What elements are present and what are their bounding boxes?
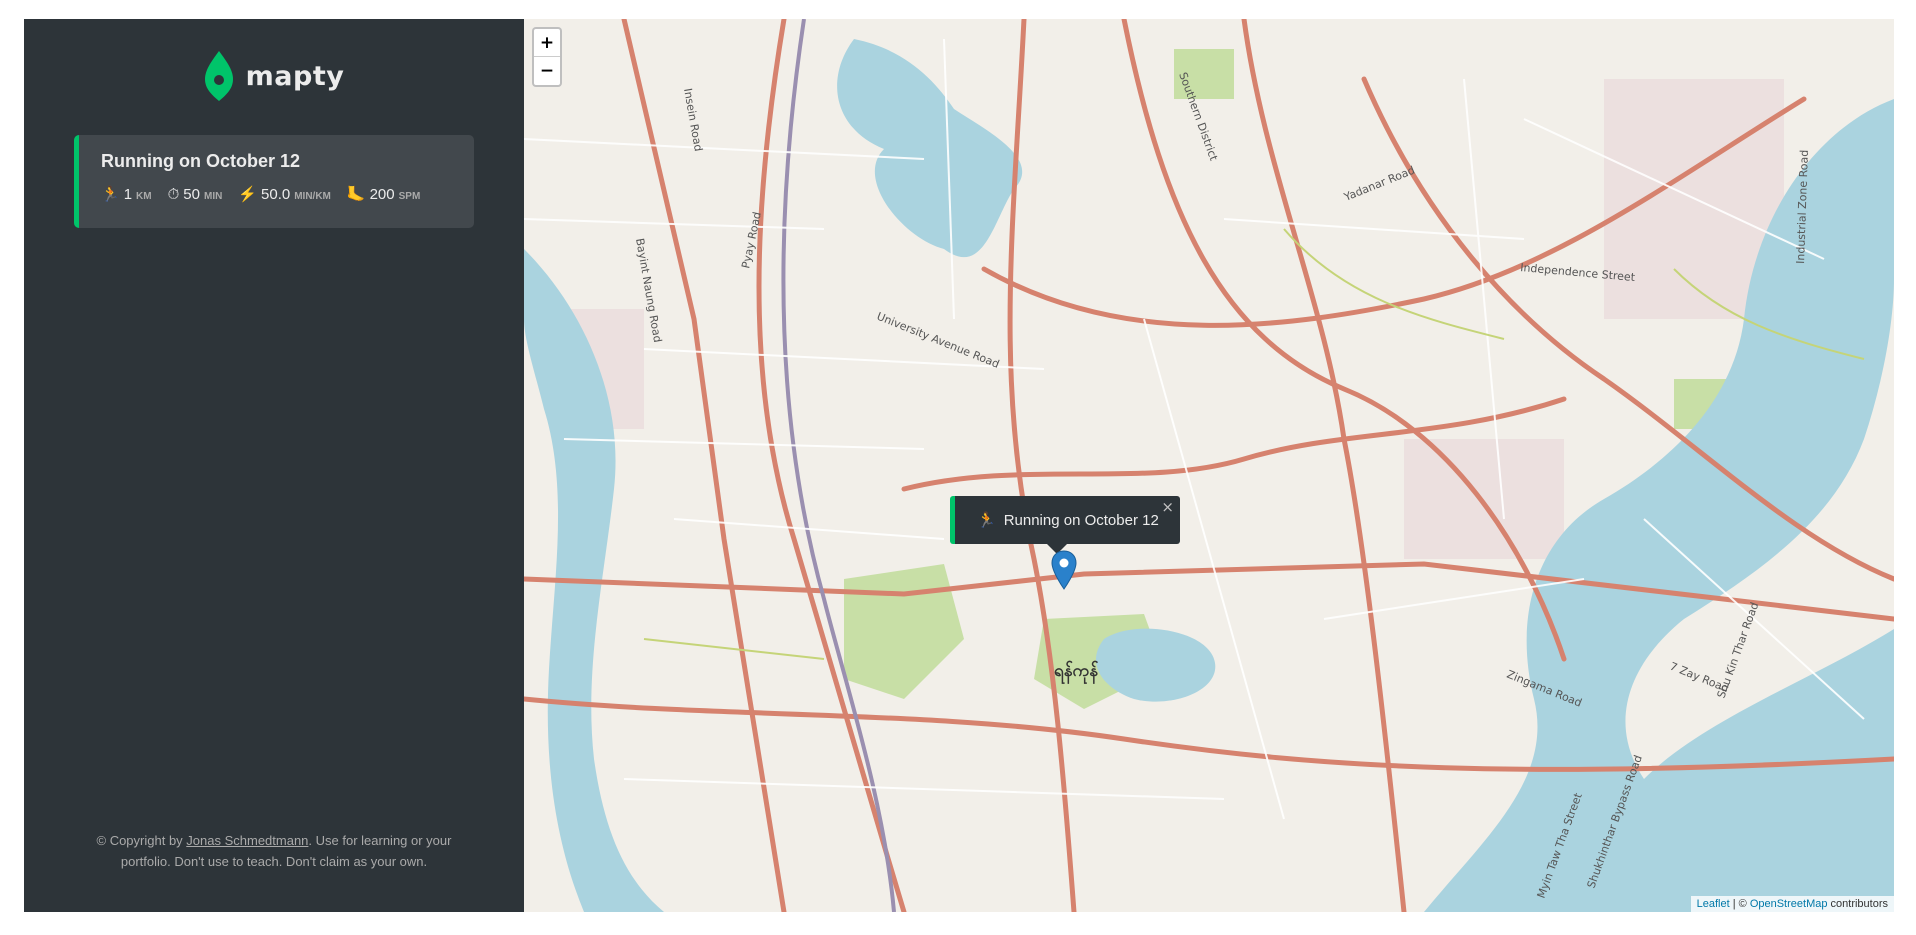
workout-details: 🏃 1 km ⏱ 50 min ⚡ 50.0 min/km [101,185,452,203]
workout-duration: ⏱ 50 min [168,186,223,203]
workout-cadence: 🦶 200 spm [347,185,420,203]
close-icon[interactable]: × [1161,498,1174,516]
copyright-prefix: © Copyright by [96,833,187,848]
map-tiles[interactable]: ရန်ကုန် University Avenue Road Independe… [524,19,1894,912]
zoom-control: + − [532,27,562,87]
copyright-notice: © Copyright by Jonas Schmedtmann. Use fo… [84,830,464,872]
pace-value: 50.0 [261,186,291,203]
stopwatch-icon: ⏱ [167,186,180,203]
map-marker-icon[interactable] [1051,550,1077,590]
distance-value: 1 [123,186,133,203]
duration-value: 50 [183,186,200,203]
footprint-icon: 🦶 [346,186,366,203]
map[interactable]: ရန်ကုန် University Avenue Road Independe… [524,19,1894,912]
brand-name: mapty [245,60,345,92]
attribution-separator: | © [1729,898,1750,910]
zoom-out-button[interactable]: − [534,57,560,85]
workout-title: Running on October 12 [101,151,301,171]
duration-unit: min [203,191,223,202]
zoom-in-button[interactable]: + [534,29,560,57]
leaflet-link[interactable]: Leaflet [1697,898,1730,910]
author-link[interactable]: Jonas Schmedtmann [186,833,308,848]
running-icon: 🏃 [977,512,996,529]
attribution-suffix: contributors [1827,898,1888,910]
workout-popup[interactable]: 🏃 Running on October 12 × [950,496,1180,544]
osm-link[interactable]: OpenStreetMap [1750,898,1828,910]
cadence-unit: spm [398,191,421,202]
workout-distance: 🏃 1 km [101,185,152,203]
app-container: mapty Running on October 12 🏃 1 km ⏱ 50 … [24,19,1894,912]
cadence-value: 200 [369,186,395,203]
workout-item[interactable]: Running on October 12 🏃 1 km ⏱ 50 min ⚡ [74,135,474,228]
map-attribution: Leaflet | © OpenStreetMap contributors [1690,896,1894,912]
lightning-icon: ⚡ [238,186,258,203]
workout-list: Running on October 12 🏃 1 km ⏱ 50 min ⚡ [74,135,474,228]
pace-unit: min/km [294,191,331,202]
logo: mapty [204,49,345,103]
popup-text: Running on October 12 [1003,511,1159,529]
workout-pace: ⚡ 50.0 min/km [238,185,331,203]
running-icon: 🏃 [101,186,120,203]
distance-unit: km [136,191,152,202]
sidebar: mapty Running on October 12 🏃 1 km ⏱ 50 … [24,19,524,912]
map-pin-logo-icon [204,51,233,101]
